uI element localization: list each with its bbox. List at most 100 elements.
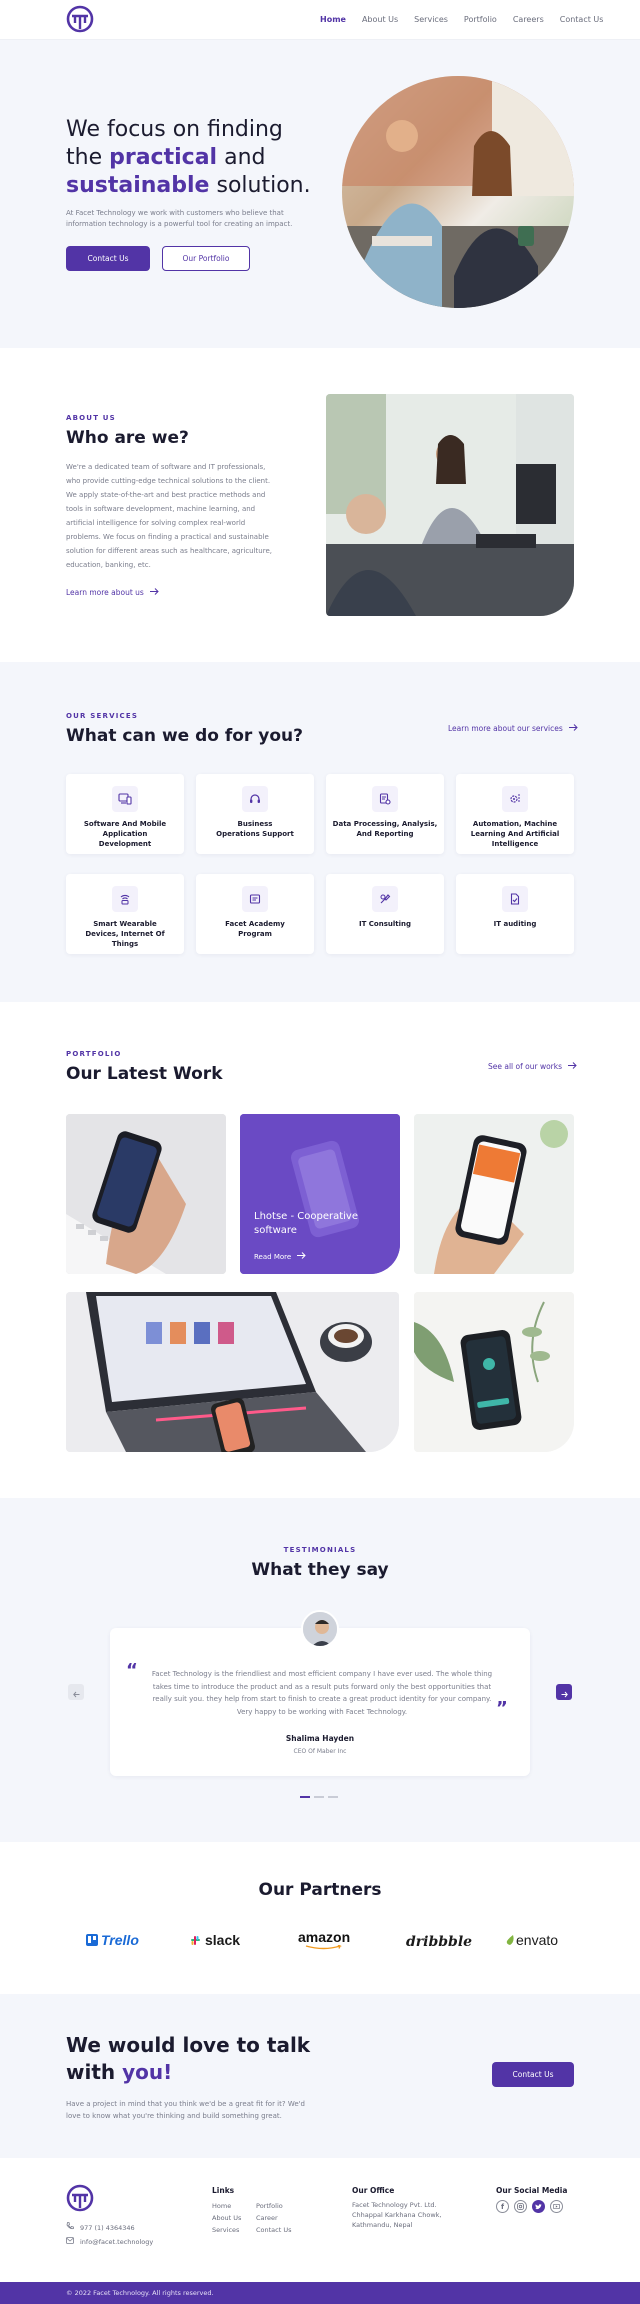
partner-name: amazon [298, 1929, 351, 1945]
instagram-icon[interactable] [514, 2200, 527, 2213]
partner-logo-amazon[interactable]: amazon [298, 1930, 350, 1950]
footer-link-career[interactable]: Career [256, 2212, 292, 2224]
arrow-right-icon [568, 724, 578, 733]
hero-heading: We focus on finding the practical and su… [66, 116, 366, 200]
nav-home[interactable]: Home [320, 15, 346, 24]
portfolio-section: PORTFOLIO Our Latest Work See all of our… [0, 1002, 640, 1498]
carousel-dot-active[interactable] [300, 1796, 310, 1798]
footer-link-about[interactable]: About Us [212, 2212, 241, 2224]
learn-more-about-label: Learn more about us [66, 588, 144, 597]
carousel-next-button[interactable] [556, 1684, 572, 1700]
arrow-left-icon [72, 1683, 80, 1702]
arrow-right-icon [568, 1062, 577, 1071]
youtube-icon[interactable] [550, 2200, 563, 2213]
slack-icon [191, 1935, 200, 1945]
nav-about[interactable]: About Us [362, 15, 398, 24]
site-header: Home About Us Services Portfolio Careers… [0, 0, 640, 40]
footer-link-contact[interactable]: Contact Us [256, 2224, 292, 2236]
hero-line3-post: solution. [209, 173, 311, 198]
service-card[interactable]: Business Operations Support [196, 774, 314, 854]
service-card[interactable]: Facet Academy Program [196, 874, 314, 954]
partner-logo-envato[interactable]: envato [506, 1932, 558, 1948]
nav-portfolio[interactable]: Portfolio [464, 15, 497, 24]
service-card[interactable]: IT Consulting [326, 874, 444, 954]
copyright-bar: © 2022 Facet Technology. All rights rese… [0, 2282, 640, 2304]
facebook-icon[interactable]: f [496, 2200, 509, 2213]
service-label: Data Processing, Analysis, And Reporting [332, 820, 438, 838]
footer-phone[interactable]: 977 (1) 4364346 [66, 2222, 135, 2234]
service-card[interactable]: Software And Mobile Application Developm… [66, 774, 184, 854]
portfolio-title: Our Latest Work [66, 1064, 223, 1084]
twitter-icon[interactable] [532, 2200, 545, 2213]
see-all-works-label: See all of our works [488, 1062, 563, 1071]
contact-us-button[interactable]: Contact Us [66, 246, 150, 271]
service-label: Smart Wearable Devices, Internet Of Thin… [85, 920, 165, 948]
trello-icon [86, 1934, 98, 1946]
read-more-link[interactable]: Read More [254, 1252, 306, 1261]
portfolio-item-featured[interactable]: Lhotse - Cooperative software Read More [240, 1114, 400, 1274]
footer-email[interactable]: info@facet.technology [66, 2236, 153, 2248]
cta-contact-button[interactable]: Contact Us [492, 2062, 574, 2087]
quote-close-icon: ” [496, 1698, 508, 1719]
learn-more-services-label: Learn more about our services [448, 724, 563, 733]
service-label: Business Operations Support [216, 820, 294, 838]
about-title: Who are we? [66, 428, 189, 448]
learn-more-about-link[interactable]: Learn more about us [66, 588, 159, 597]
portfolio-item-laptop[interactable] [66, 1292, 399, 1452]
testimonial-quote: Facet Technology is the friendliest and … [151, 1670, 493, 1716]
service-card[interactable]: Smart Wearable Devices, Internet Of Thin… [66, 874, 184, 954]
about-office-photo [326, 394, 574, 616]
consulting-icon [372, 886, 398, 912]
portfolio-item-teal-phone[interactable] [414, 1292, 574, 1452]
carousel-dot[interactable] [314, 1796, 324, 1798]
service-card[interactable]: Data Processing, Analysis, And Reporting [326, 774, 444, 854]
partner-name: envato [516, 1932, 559, 1948]
facet-logo[interactable] [66, 5, 94, 33]
carousel-prev-button[interactable] [68, 1684, 84, 1700]
partners-title: Our Partners [258, 1880, 382, 1900]
footer-social-icons: f [496, 2200, 563, 2213]
hero-line2-post: and [217, 145, 266, 170]
cta-heading: We would love to talk with you! [66, 2032, 310, 2086]
nav-contact[interactable]: Contact Us [560, 15, 604, 24]
featured-title: Lhotse - Cooperative software [254, 1211, 359, 1236]
headset-icon [242, 786, 268, 812]
services-section: OUR SERVICES What can we do for you? Lea… [0, 662, 640, 1002]
quote-open-icon: “ [126, 1660, 138, 1681]
portfolio-item-orange-app[interactable] [414, 1114, 574, 1274]
footer-logo[interactable] [66, 2184, 94, 2212]
academy-icon [242, 886, 268, 912]
read-more-label: Read More [254, 1252, 292, 1261]
data-report-icon [372, 786, 398, 812]
office-line: Kathmandu, Nepal [352, 2221, 413, 2229]
footer-link-services[interactable]: Services [212, 2224, 241, 2236]
see-all-works-link[interactable]: See all of our works [488, 1062, 577, 1071]
partner-logo-dribbble[interactable]: dribbble [406, 1931, 472, 1950]
hero-body: At Facet Technology we work with custome… [66, 209, 293, 228]
about-eyebrow: ABOUT US [66, 414, 116, 422]
our-portfolio-button[interactable]: Our Portfolio [162, 246, 250, 271]
carousel-dot[interactable] [328, 1796, 338, 1798]
devices-icon [112, 786, 138, 812]
testimonial-name: Shalima Hayden [285, 1734, 355, 1743]
footer-link-portfolio[interactable]: Portfolio [256, 2200, 292, 2212]
hero-em-sustainable: sustainable [66, 173, 210, 198]
audit-icon [502, 886, 528, 912]
partner-logo-trello[interactable]: Trello [86, 1932, 139, 1948]
hero-team-photo [342, 76, 574, 308]
nav-careers[interactable]: Careers [513, 15, 544, 24]
learn-more-services-link[interactable]: Learn more about our services [448, 724, 578, 733]
cta-heading-line1: We would love to talk [66, 2033, 311, 2057]
footer-link-home[interactable]: Home [212, 2200, 241, 2212]
service-card[interactable]: Automation, Machine Learning And Artific… [456, 774, 574, 854]
nav-services[interactable]: Services [414, 15, 448, 24]
iot-icon [112, 886, 138, 912]
partner-name: slack [205, 1932, 241, 1948]
partner-logo-slack[interactable]: slack [190, 1932, 240, 1948]
service-card[interactable]: IT auditing [456, 874, 574, 954]
hero-heading-line2: the practical and [66, 144, 366, 172]
service-label: Facet Academy Program [225, 920, 285, 938]
cta-body: Have a project in mind that you think we… [66, 2100, 305, 2120]
portfolio-item-phone-keyboard[interactable] [66, 1114, 226, 1274]
footer-links-col1: Home About Us Services [212, 2200, 241, 2236]
